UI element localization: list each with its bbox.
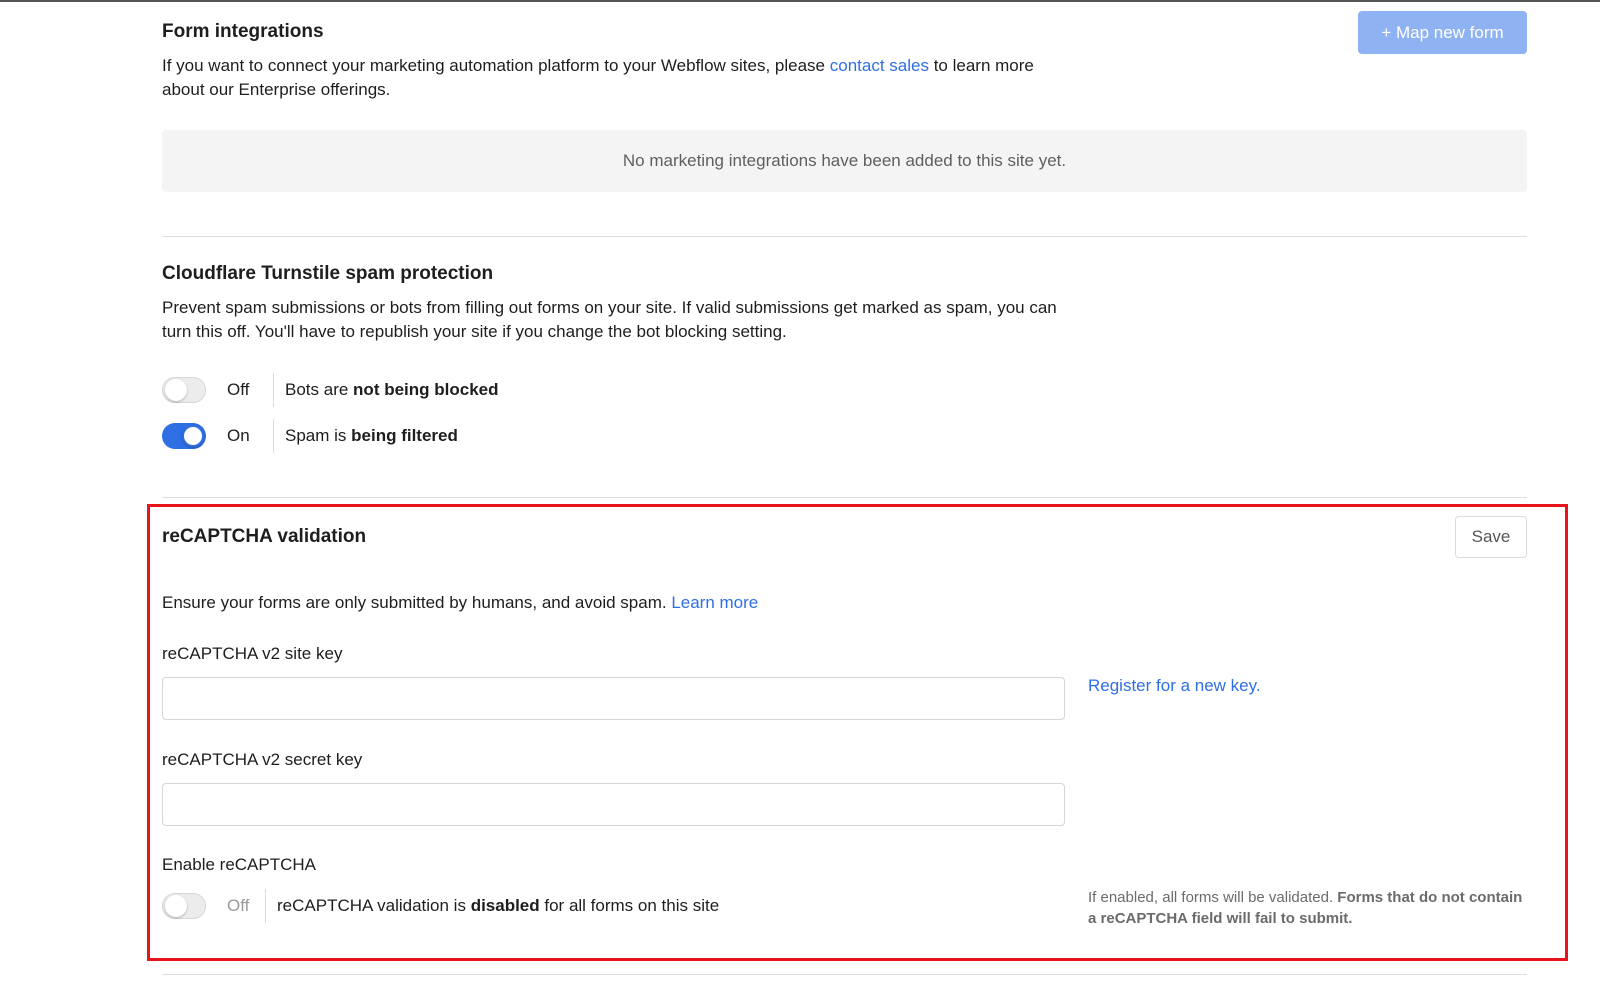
spam-toggle-row: On Spam is being filtered xyxy=(162,419,458,453)
form-integrations-title: Form integrations xyxy=(162,21,324,42)
map-new-form-button[interactable]: + Map new form xyxy=(1358,11,1527,54)
vertical-separator xyxy=(273,373,274,407)
vertical-separator xyxy=(273,419,274,453)
form-integrations-desc-text: If you want to connect your marketing au… xyxy=(162,56,830,75)
empty-state-message: No marketing integrations have been adde… xyxy=(622,151,1067,170)
contact-sales-link[interactable]: contact sales xyxy=(830,56,929,75)
toggle-knob xyxy=(182,425,204,447)
top-border xyxy=(0,0,1600,2)
bots-toggle[interactable] xyxy=(162,377,206,403)
spam-toggle[interactable] xyxy=(162,423,206,449)
form-integrations-description: If you want to connect your marketing au… xyxy=(162,54,1062,102)
bots-status-prefix: Bots are xyxy=(285,380,354,399)
spam-status-bold: being filtered xyxy=(351,426,458,445)
bots-status-bold: not being blocked xyxy=(353,380,499,399)
section-divider xyxy=(162,236,1527,237)
spam-toggle-state: On xyxy=(227,426,250,445)
spam-status-text: Spam is being filtered xyxy=(285,426,458,446)
bots-toggle-state: Off xyxy=(227,380,250,399)
bots-toggle-row: Off Bots are not being blocked xyxy=(162,373,499,407)
bots-status-text: Bots are not being blocked xyxy=(285,380,499,400)
section-divider xyxy=(162,974,1527,975)
turnstile-description: Prevent spam submissions or bots from fi… xyxy=(162,298,1057,341)
spam-status-prefix: Spam is xyxy=(285,426,352,445)
turnstile-title: Cloudflare Turnstile spam protection xyxy=(162,263,494,284)
toggle-knob xyxy=(165,379,187,401)
integrations-empty-state: No marketing integrations have been adde… xyxy=(162,130,1527,192)
section-divider xyxy=(162,497,1527,498)
recaptcha-highlight-box xyxy=(147,504,1568,961)
